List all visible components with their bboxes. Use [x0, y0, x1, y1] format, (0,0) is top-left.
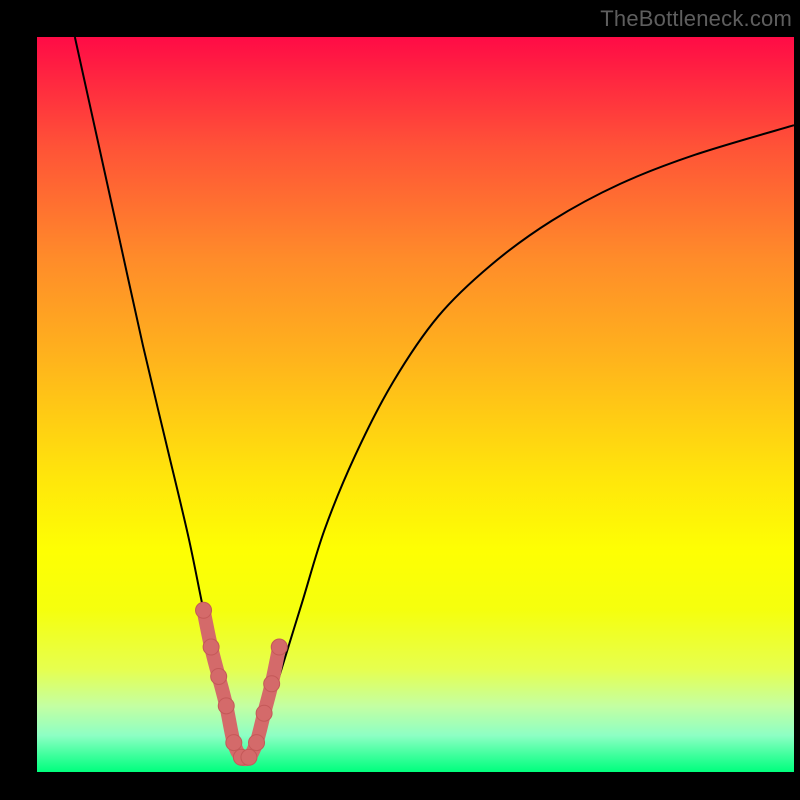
bottleneck-curve-line: [75, 37, 794, 761]
optimal-marker: [241, 749, 257, 765]
bottleneck-curve-svg: [37, 37, 794, 772]
optimal-marker: [256, 705, 272, 721]
watermark-text: TheBottleneck.com: [600, 6, 792, 32]
optimal-marker: [203, 639, 219, 655]
chart-plot-area: [37, 37, 794, 772]
optimal-marker: [211, 668, 227, 684]
optimal-marker: [249, 735, 265, 751]
optimal-marker: [271, 639, 287, 655]
optimal-marker: [196, 602, 212, 618]
optimal-marker: [264, 676, 280, 692]
optimal-marker: [226, 735, 242, 751]
chart-frame: TheBottleneck.com: [0, 0, 800, 800]
optimal-marker: [218, 698, 234, 714]
